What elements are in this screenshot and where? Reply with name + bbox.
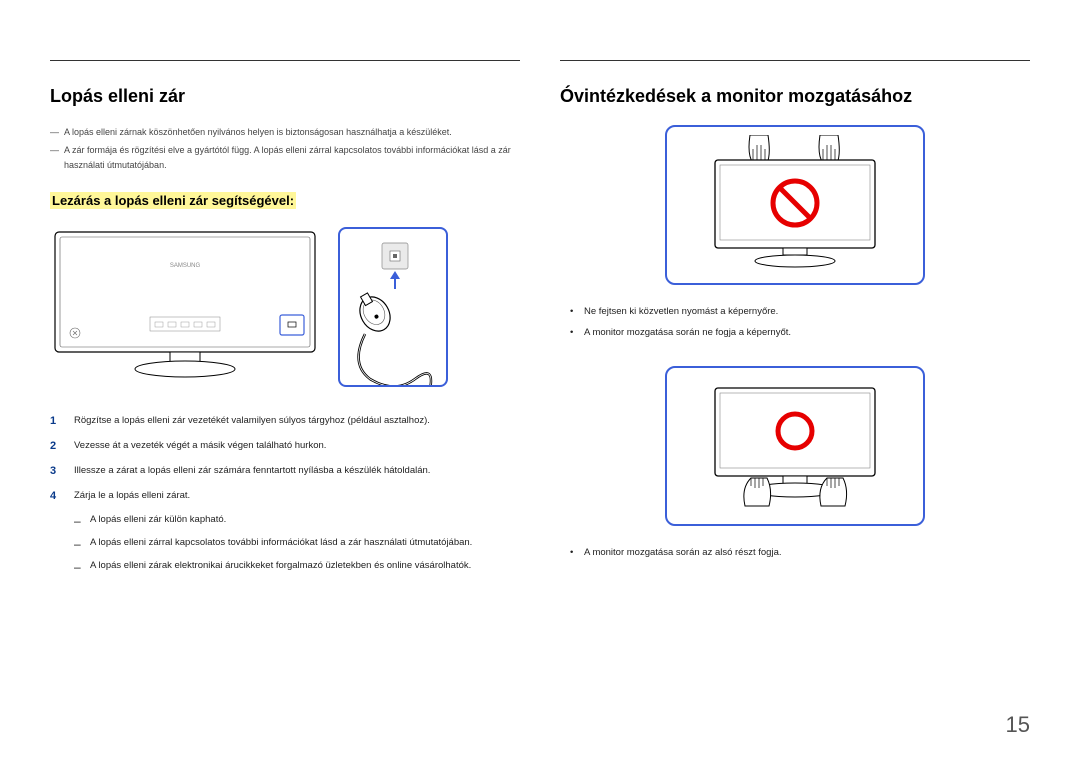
step-item: 1Rögzítse a lopás elleni zár vezetékét v…: [50, 412, 520, 429]
bullets-top: Ne fejtsen ki közvetlen nyomást a képern…: [560, 303, 1030, 341]
heading-precautions: Óvintézkedések a monitor mozgatásához: [560, 86, 1030, 107]
step-item: 3Illessze a zárat a lopás elleni zár szá…: [50, 462, 520, 479]
step-item: 2Vezesse át a vezeték végét a másik vége…: [50, 437, 520, 454]
note-item: A zár formája és rögzítési elve a gyártó…: [50, 143, 520, 172]
bullet-item: Ne fejtsen ki közvetlen nyomást a képern…: [570, 303, 1030, 320]
step-text: Rögzítse a lopás elleni zár vezetékét va…: [74, 415, 430, 426]
section-rule: [50, 60, 520, 61]
right-column: Óvintézkedések a monitor mozgatásához: [560, 60, 1030, 586]
note-item: A lopás elleni zárnak köszönhetően nyilv…: [50, 125, 520, 139]
subheading-locking: Lezárás a lopás elleni zár segítségével:: [50, 192, 296, 209]
step-text: Vezesse át a vezeték végét a másik végen…: [74, 440, 326, 451]
sub-dash-item: A lopás elleni zárak elektronikai árucik…: [74, 557, 520, 574]
page-content: Lopás elleni zár A lopás elleni zárnak k…: [50, 60, 1030, 586]
sub-dash-item: A lopás elleni zár külön kapható.: [74, 511, 520, 528]
page-number: 15: [1006, 712, 1030, 738]
note-list: A lopás elleni zárnak köszönhetően nyilv…: [50, 125, 520, 172]
figure-row: SAMSUNG: [50, 227, 520, 387]
lock-detail-illustration: [338, 227, 448, 387]
brand-label: SAMSUNG: [170, 263, 201, 269]
left-column: Lopás elleni zár A lopás elleni zárnak k…: [50, 60, 520, 586]
heading-anti-theft: Lopás elleni zár: [50, 86, 520, 107]
bullets-bottom: A monitor mozgatása során az alsó részt …: [560, 544, 1030, 561]
section-rule: [560, 60, 1030, 61]
bullet-item: A monitor mozgatása során az alsó részt …: [570, 544, 1030, 561]
monitor-back-illustration: SAMSUNG: [50, 227, 320, 387]
bullet-item: A monitor mozgatása során ne fogja a kép…: [570, 324, 1030, 341]
step-item: 4Zárja le a lopás elleni zárat. A lopás …: [50, 487, 520, 573]
step-text: Illessze a zárat a lopás elleni zár szám…: [74, 465, 430, 476]
precaution-figure-bottom: [665, 366, 925, 526]
sub-dash-item: A lopás elleni zárral kapcsolatos tovább…: [74, 534, 520, 551]
sub-dash-list: A lopás elleni zár külön kapható. A lopá…: [74, 511, 520, 574]
precaution-figure-top: [665, 125, 925, 285]
step-text: Zárja le a lopás elleni zárat.: [74, 490, 190, 501]
steps-list: 1Rögzítse a lopás elleni zár vezetékét v…: [50, 412, 520, 574]
